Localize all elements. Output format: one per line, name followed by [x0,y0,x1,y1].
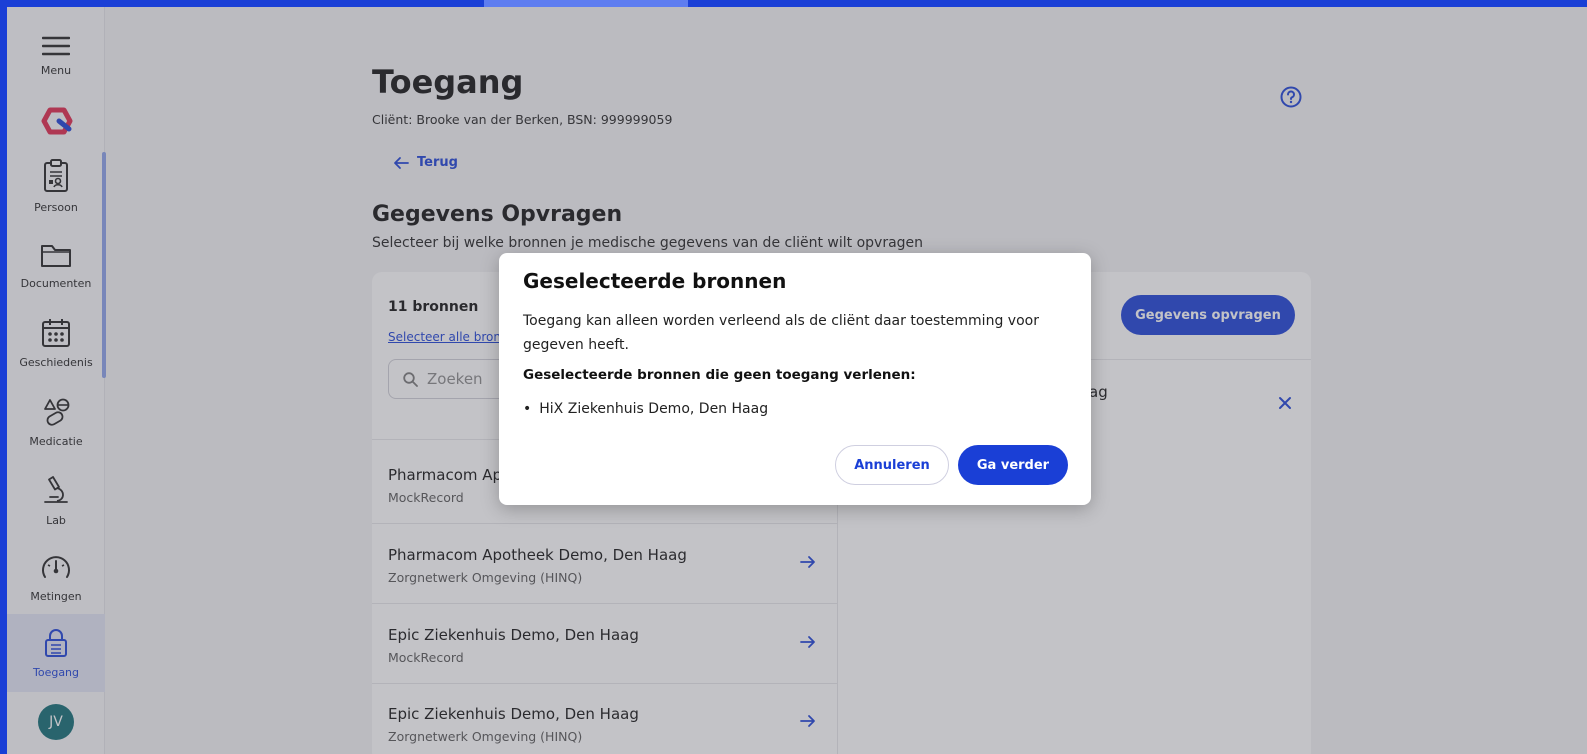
selected-sources-dialog: Geselecteerde bronnen Toegang kan alleen… [499,253,1091,505]
dialog-source-list: HiX Ziekenhuis Demo, Den Haag [523,401,768,417]
dialog-title: Geselecteerde bronnen [523,269,787,293]
list-item: HiX Ziekenhuis Demo, Den Haag [523,401,768,417]
app-frame: Menu Persoon Documenten Geschiedenis Med… [7,7,1587,754]
active-tab-highlight [484,0,688,7]
window-top-bar [0,0,1587,7]
cancel-button[interactable]: Annuleren [835,445,949,485]
dialog-subheading: Geselecteerde bronnen die geen toegang v… [523,367,916,383]
dialog-message: Toegang kan alleen worden verleend als d… [523,313,1039,353]
continue-button[interactable]: Ga verder [958,445,1068,485]
